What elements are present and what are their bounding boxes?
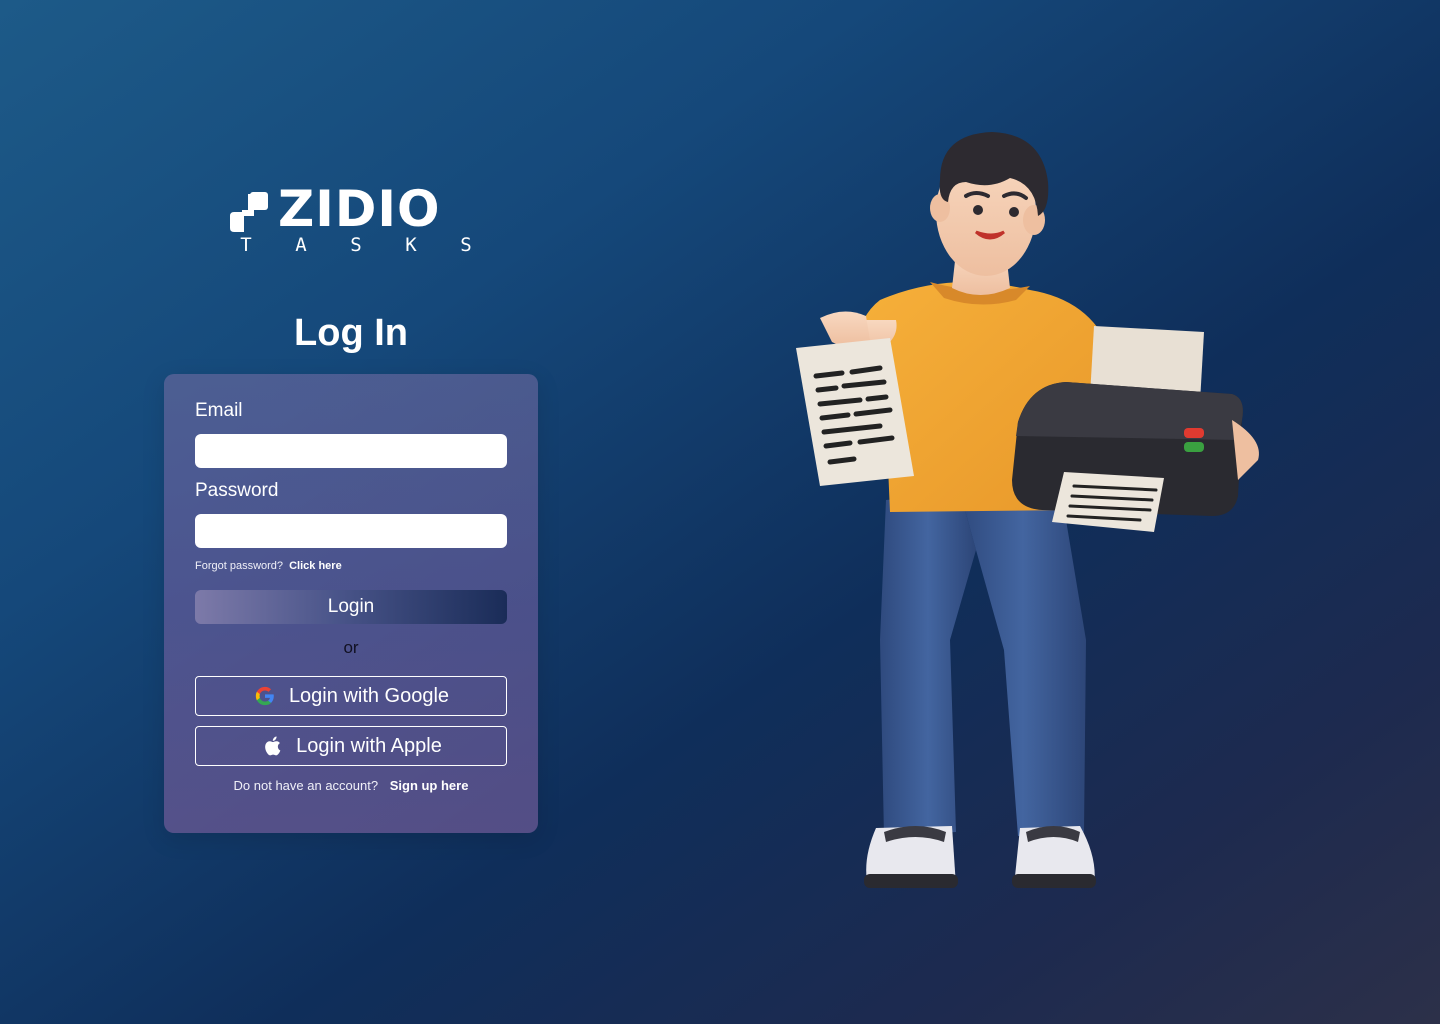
logo-subtitle: T A S K S <box>236 234 476 256</box>
password-field[interactable] <box>195 514 507 548</box>
login-with-apple-button[interactable]: Login with Apple <box>195 726 507 766</box>
email-label: Email <box>195 400 243 421</box>
forgot-password-link[interactable]: Click here <box>289 560 342 572</box>
or-divider-text: or <box>343 638 359 657</box>
signup-text: Do not have an account? <box>233 778 379 793</box>
logo-subtitle-letter: S <box>460 234 472 256</box>
jeans <box>880 492 1086 836</box>
forgot-password-text: Forgot password? <box>195 560 284 572</box>
login-card: Email Password Forgot password? Click he… <box>164 374 538 833</box>
password-label: Password <box>195 480 279 501</box>
zidio-logo: ZIDIO T A S K S <box>228 182 476 260</box>
left-shoe <box>864 826 958 888</box>
signup-row: Do not have an account? Sign up here <box>164 778 538 793</box>
person-with-printer-illustration <box>796 132 1259 888</box>
signup-link[interactable]: Sign up here <box>390 778 469 793</box>
logo-subtitle-letter: A <box>295 234 307 256</box>
login-with-google-button[interactable]: Login with Google <box>195 676 507 716</box>
right-shoe <box>1012 826 1096 888</box>
logo-wordmark: ZIDIO <box>278 180 441 238</box>
forgot-password-row: Forgot password? Click here <box>195 560 342 572</box>
page-title: Log In <box>294 312 408 354</box>
logo-subtitle-letter: K <box>405 234 417 256</box>
google-icon <box>253 684 277 708</box>
login-button[interactable]: Login <box>195 590 507 624</box>
head <box>930 132 1049 295</box>
zidio-logo-mark-icon <box>230 192 268 232</box>
apple-icon <box>260 734 284 758</box>
google-button-label: Login with Google <box>288 684 450 707</box>
email-field[interactable] <box>195 434 507 468</box>
logo-subtitle-letter: S <box>350 234 362 256</box>
apple-button-label: Login with Apple <box>296 734 442 757</box>
logo-subtitle-letter: T <box>240 234 252 256</box>
